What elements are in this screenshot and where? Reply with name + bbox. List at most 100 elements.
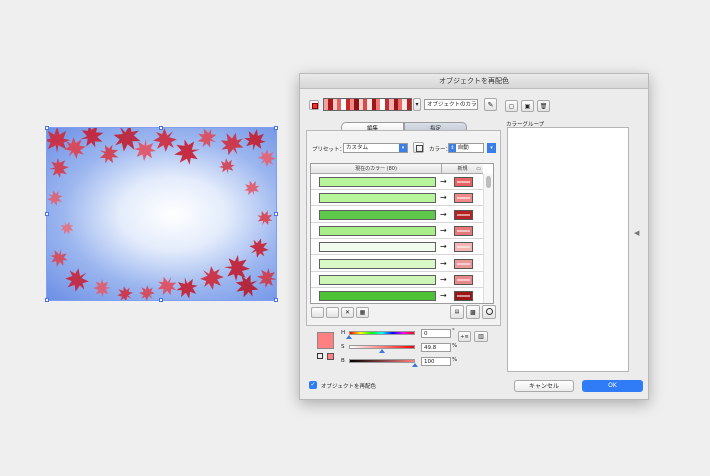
- separate-colors-button[interactable]: [326, 307, 339, 318]
- current-color-bar[interactable]: [319, 225, 436, 236]
- new-colors-label: 新規: [457, 166, 468, 172]
- table-row[interactable]: →: [311, 174, 483, 190]
- saturation-label: S: [341, 344, 345, 350]
- randomize-saturation-button[interactable]: ▩: [466, 305, 480, 319]
- find-color-button[interactable]: [482, 305, 496, 319]
- recolor-art-checkbox[interactable]: ✓: [309, 381, 317, 389]
- delete-color-group-button[interactable]: 🗑: [537, 100, 550, 112]
- harmony-dropdown-button[interactable]: ▾: [413, 98, 421, 111]
- maple-leaf: [135, 281, 159, 300]
- arrow-right-icon[interactable]: →: [440, 274, 447, 285]
- color-assignment-table: 現在のカラー (80) 新規 ▭ → → → → → → → →: [310, 163, 494, 304]
- randomize-order-button[interactable]: ▤: [450, 305, 464, 319]
- new-color-swatch[interactable]: [454, 274, 473, 285]
- exclude-colors-button[interactable]: ✕: [341, 307, 354, 318]
- brightness-field[interactable]: 100: [421, 357, 451, 366]
- new-color-swatch[interactable]: [454, 291, 473, 302]
- selection-handle-ml[interactable]: [45, 212, 49, 216]
- maple-leaf: [171, 136, 203, 168]
- table-scrollbar[interactable]: [483, 174, 493, 303]
- scrollbar-thumb[interactable]: [486, 176, 491, 188]
- ok-button[interactable]: OK: [582, 380, 643, 392]
- current-color-bar[interactable]: [319, 177, 436, 187]
- new-color-group-button[interactable]: ▢: [505, 100, 518, 112]
- selection-handle-bm[interactable]: [159, 298, 163, 302]
- preset-select[interactable]: カスタム ▾: [343, 143, 408, 153]
- new-color-swatch[interactable]: [454, 193, 473, 204]
- current-color-bar[interactable]: [319, 193, 436, 204]
- selection-handle-mr[interactable]: [274, 212, 278, 216]
- maple-leaf: [218, 157, 236, 175]
- arrow-right-icon[interactable]: →: [440, 225, 447, 236]
- table-row[interactable]: →: [311, 207, 483, 223]
- color-reduction-options-button[interactable]: [413, 142, 424, 153]
- arrow-right-icon[interactable]: →: [440, 258, 447, 269]
- brightness-slider[interactable]: [349, 359, 415, 363]
- new-row-button[interactable]: ▦: [356, 307, 369, 318]
- selection-handle-br[interactable]: [274, 298, 278, 302]
- current-color-bar[interactable]: [319, 209, 436, 220]
- hue-slider[interactable]: [349, 331, 415, 335]
- arrow-right-icon[interactable]: →: [440, 192, 447, 203]
- table-row[interactable]: →: [311, 190, 483, 207]
- selection-handle-tm[interactable]: [159, 126, 163, 130]
- get-colors-button[interactable]: [309, 100, 319, 110]
- harmony-color-strip[interactable]: [323, 98, 412, 111]
- new-color-swatch[interactable]: [454, 225, 473, 236]
- chevron-down-icon: ▾: [399, 144, 407, 152]
- maple-leaf: [254, 145, 276, 171]
- magnifier-icon: [486, 308, 493, 315]
- recolor-art-label: オブジェクトを再配色: [321, 384, 377, 390]
- preset-label: プリセット：: [312, 147, 346, 153]
- arrow-right-icon[interactable]: →: [440, 209, 447, 220]
- recolor-artwork-dialog: オブジェクトを再配色 ▾ オブジェクトのカラー ✎ 編集 指定 プリセット： カ…: [299, 73, 649, 400]
- table-row[interactable]: →: [311, 239, 483, 256]
- colors-dropdown-icon[interactable]: ▾: [487, 143, 496, 153]
- arrow-right-icon[interactable]: →: [440, 290, 447, 301]
- harmony-name-field[interactable]: オブジェクトのカラー: [424, 99, 478, 110]
- maple-leaf: [47, 246, 71, 270]
- maple-leaf: [148, 128, 182, 157]
- new-color-swatch[interactable]: [454, 209, 473, 220]
- collapse-panel-icon[interactable]: ◀: [634, 229, 639, 237]
- new-colors-header[interactable]: 新規 ▭: [442, 164, 483, 174]
- brightness-slider-knob[interactable]: [412, 363, 418, 367]
- table-row[interactable]: →: [311, 272, 483, 288]
- maple-leaf: [92, 278, 112, 298]
- colors-select[interactable]: ⇕ 自動: [448, 143, 484, 153]
- merge-colors-button[interactable]: [311, 307, 324, 318]
- harmony-rules-button[interactable]: ▥: [474, 331, 488, 342]
- harmony-swatch: [406, 99, 411, 110]
- cancel-button[interactable]: キャンセル: [514, 380, 574, 392]
- table-row[interactable]: →: [311, 256, 483, 272]
- new-color-swatch[interactable]: [454, 177, 473, 187]
- table-row[interactable]: →: [311, 223, 483, 239]
- color-mode-button[interactable]: +≡: [458, 331, 471, 342]
- save-color-group-button[interactable]: ▣: [521, 100, 534, 112]
- maple-leaf: [245, 234, 273, 262]
- arrow-right-icon[interactable]: →: [440, 241, 447, 252]
- table-row[interactable]: →: [311, 288, 483, 303]
- hue-unit: °: [452, 328, 455, 334]
- current-colors-header[interactable]: 現在のカラー (80): [311, 164, 442, 174]
- selection-handle-bl[interactable]: [45, 298, 49, 302]
- current-color-bar[interactable]: [319, 274, 436, 285]
- small-swatch[interactable]: [327, 353, 334, 360]
- new-color-swatch[interactable]: [454, 242, 473, 253]
- current-color-bar[interactable]: [319, 242, 436, 253]
- selection-handle-tl[interactable]: [45, 126, 49, 130]
- saturation-slider-knob[interactable]: [378, 349, 385, 353]
- color-groups-list[interactable]: [507, 127, 629, 372]
- selection-handle-tr[interactable]: [274, 126, 278, 130]
- selected-color-swatch[interactable]: [317, 332, 334, 349]
- current-color-bar[interactable]: [319, 291, 436, 302]
- arrow-right-icon[interactable]: →: [440, 176, 447, 187]
- maple-leaf: [60, 263, 94, 297]
- save-changes-button[interactable]: ✎: [484, 98, 497, 111]
- hue-slider-knob[interactable]: [346, 335, 352, 339]
- current-color-bar[interactable]: [319, 258, 436, 269]
- new-color-swatch[interactable]: [454, 258, 473, 269]
- hue-field[interactable]: 0: [421, 329, 451, 338]
- artwork-maple-leaves[interactable]: [45, 126, 278, 302]
- saturation-field[interactable]: 49.8: [421, 343, 451, 352]
